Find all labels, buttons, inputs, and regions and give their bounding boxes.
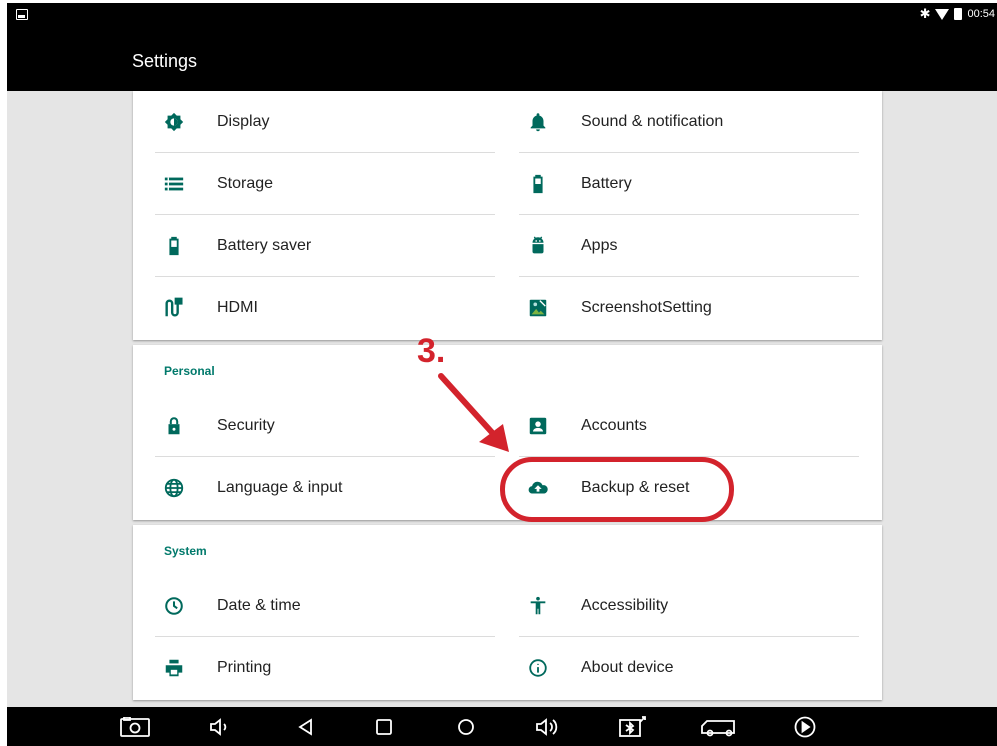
annotation-highlight-ring [500, 457, 734, 522]
status-icons: ✱ 00:54 [920, 7, 995, 21]
clock-time: 00:54 [967, 8, 995, 20]
status-bar: ✱ 00:54 [7, 3, 997, 29]
bluetooth-device-icon [619, 716, 646, 737]
battery-status-icon [954, 8, 963, 20]
setting-label: Language & input [217, 479, 343, 496]
home-icon [458, 719, 474, 735]
back-icon [298, 718, 312, 736]
recents-icon [376, 719, 392, 735]
back-button[interactable] [297, 717, 315, 737]
android-icon [518, 235, 558, 257]
volume-up-button[interactable] [535, 717, 561, 737]
info-icon [518, 657, 558, 679]
setting-apps[interactable]: Apps [519, 215, 859, 277]
camera-icon [120, 717, 150, 737]
hdmi-icon [154, 297, 194, 319]
setting-label: Accounts [581, 417, 647, 434]
app-bar: Settings [7, 29, 997, 91]
device-settings-card: Display Sound & notification Storage Bat… [133, 91, 882, 340]
setting-display[interactable]: Display [155, 91, 495, 153]
recents-button[interactable] [374, 717, 394, 737]
globe-icon [154, 477, 194, 499]
battery-icon [518, 173, 558, 195]
setting-accounts[interactable]: Accounts [519, 395, 859, 457]
section-header-personal: Personal [164, 364, 215, 378]
setting-storage[interactable]: Storage [155, 153, 495, 215]
brightness-icon [154, 111, 194, 133]
setting-hdmi[interactable]: HDMI [155, 277, 495, 339]
setting-printing[interactable]: Printing [155, 637, 495, 699]
volume-up-icon [536, 718, 558, 736]
lock-icon [154, 415, 194, 437]
volume-down-icon [210, 718, 227, 736]
setting-about-device[interactable]: About device [519, 637, 859, 699]
bell-icon [518, 111, 558, 133]
setting-label: Battery [581, 175, 632, 192]
setting-battery-saver[interactable]: Battery saver [155, 215, 495, 277]
navigation-bar [7, 707, 997, 746]
annotation-arrow-icon [438, 373, 509, 452]
setting-label: Sound & notification [581, 113, 724, 130]
volume-down-button[interactable] [209, 717, 231, 737]
home-button[interactable] [456, 717, 476, 737]
wifi-icon [935, 8, 950, 20]
battery-saver-icon [154, 235, 194, 257]
media-play-button[interactable] [793, 716, 817, 738]
setting-label: HDMI [217, 299, 258, 316]
clock-icon [154, 595, 194, 617]
setting-label: Battery saver [217, 237, 312, 254]
bluetooth-icon: ✱ [919, 6, 931, 21]
car-mode-button[interactable] [699, 717, 739, 737]
play-circle-icon [794, 716, 816, 738]
setting-date-time[interactable]: Date & time [155, 575, 495, 637]
section-header-system: System [164, 544, 207, 558]
accessibility-icon [518, 595, 558, 617]
setting-battery[interactable]: Battery [519, 153, 859, 215]
setting-accessibility[interactable]: Accessibility [519, 575, 859, 637]
image-notification-icon [16, 9, 28, 20]
setting-label: About device [581, 659, 674, 676]
storage-list-icon [154, 173, 194, 195]
annotation-step-number: 3. [417, 332, 446, 370]
setting-label: Storage [217, 175, 274, 192]
setting-label: Date & time [217, 597, 301, 614]
setting-screenshot[interactable]: ScreenshotSetting [519, 277, 859, 339]
setting-label: Accessibility [581, 597, 669, 614]
bluetooth-settings-button[interactable] [617, 716, 647, 737]
screenshot-icon [518, 297, 558, 319]
setting-sound-notification[interactable]: Sound & notification [519, 91, 859, 153]
setting-label: Apps [581, 237, 618, 254]
setting-label: ScreenshotSetting [581, 299, 712, 316]
setting-label: Security [217, 417, 275, 434]
setting-label: Printing [217, 659, 272, 676]
screenshot-camera-button[interactable] [120, 717, 150, 737]
car-icon [701, 720, 735, 737]
printer-icon [154, 657, 194, 679]
setting-label: Display [217, 113, 270, 130]
system-settings-card: System Date & time Accessibility Printin… [133, 525, 882, 700]
page-title: Settings [132, 51, 198, 71]
setting-language-input[interactable]: Language & input [155, 457, 495, 519]
